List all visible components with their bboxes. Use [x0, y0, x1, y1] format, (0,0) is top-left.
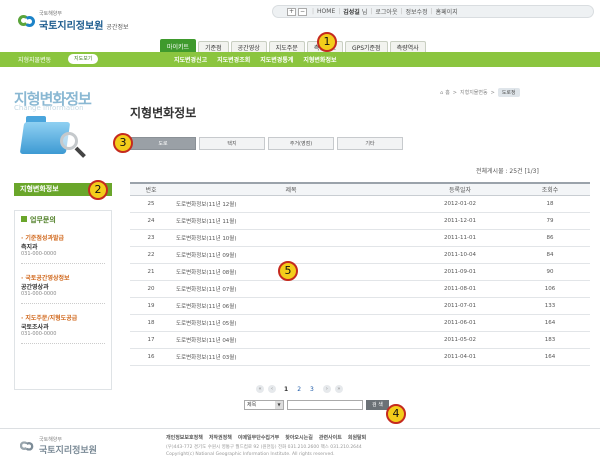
- footer-address: (우)443-772 경기도 수원시 영통구 월드컵로 92 (원천동) 전화 …: [166, 445, 362, 450]
- tab-residential[interactable]: 주거(영점): [268, 137, 334, 150]
- logout-link[interactable]: 로그아웃: [375, 7, 397, 16]
- footer-link-directions[interactable]: 찾아오시는길: [285, 434, 313, 441]
- sub-nav: 지도변경신고 지도변경조회 지도변경통계 지형변화정보: [174, 55, 347, 64]
- site-logo[interactable]: 국토해양부 국토지리정보원 공간정보: [18, 10, 129, 32]
- table-row[interactable]: 17 도로변화정보(11년 04월) 2011-05-02 183: [130, 332, 590, 349]
- home-icon[interactable]: ⌂: [440, 90, 443, 96]
- page-1[interactable]: 1: [284, 386, 288, 393]
- utility-bar: + − | HOME | 김성길 님 | 로그아웃 | 정보수정 | 홈페이지: [272, 5, 594, 18]
- annotation-marker-3: 3: [113, 133, 133, 153]
- subnav-change-report[interactable]: 지도변경신고: [174, 55, 207, 64]
- annotation-marker-5: 5: [278, 261, 298, 281]
- table-row[interactable]: 25 도로변화정보(11년 12월) 2012-01-02 18: [130, 196, 590, 213]
- zoom-in-button[interactable]: +: [287, 7, 296, 16]
- footer-logo-icon: [19, 440, 34, 453]
- section-label: 지형지물변동: [18, 57, 52, 64]
- inquiry-box: 업무문의 · 기준점성과발급 측지과 031-000-0000 · 국토공간영상…: [14, 210, 112, 390]
- tab-road[interactable]: 도로: [130, 137, 196, 150]
- table-row[interactable]: 22 도로변화정보(11년 09월) 2011-10-04 84: [130, 247, 590, 264]
- footer-link-withdraw[interactable]: 회원탈퇴: [348, 434, 366, 441]
- footer-link-related[interactable]: 관련사이트: [319, 434, 342, 441]
- annotation-marker-2: 2: [88, 180, 108, 200]
- footer-links: 개인정보보호정책 저작권정책 이메일무단수집거부 찾아오시는길 관련사이트 회원…: [166, 434, 372, 441]
- section-title-en: Change Information: [14, 104, 84, 112]
- home-link[interactable]: HOME: [317, 8, 335, 15]
- map-view-button[interactable]: 지도보기: [68, 54, 99, 64]
- footer-logo: 국토해양부 국토지리정보원: [18, 436, 97, 456]
- pagination: « ‹ 1 2 3 › »: [256, 385, 347, 393]
- table-header: 번호 제목 등록일자 조회수: [130, 182, 590, 196]
- table-row[interactable]: 18 도로변화정보(11년 05월) 2011-06-01 164: [130, 315, 590, 332]
- next-page-button[interactable]: ›: [322, 385, 331, 393]
- homepage-link[interactable]: 홈페이지: [436, 7, 458, 16]
- tab-other[interactable]: 기타: [337, 137, 403, 150]
- user-name: 김성길: [343, 9, 360, 16]
- prev-page-button[interactable]: ‹: [268, 385, 276, 393]
- contact-item: · 기준점성과발급 측지과 031-000-0000: [21, 233, 105, 264]
- footer-link-email[interactable]: 이메일무단수집거부: [238, 434, 279, 441]
- footer-link-privacy[interactable]: 개인정보보호정책: [166, 434, 203, 441]
- page-title: 지형변화정보: [130, 106, 197, 120]
- search-field-select[interactable]: 제목 ▼: [244, 400, 284, 410]
- table-row[interactable]: 16 도로변화정보(11년 03월) 2011-04-01 164: [130, 349, 590, 366]
- contact-item: · 국토공간영상정보 공간영상과 031-000-0000: [21, 273, 105, 304]
- subnav-change-stats[interactable]: 지도변경통계: [260, 55, 293, 64]
- breadcrumb-current: 도로정: [497, 88, 520, 97]
- table-row[interactable]: 23 도로변화정보(11년 10월) 2011-11-01 86: [130, 230, 590, 247]
- page-3[interactable]: 3: [310, 386, 314, 393]
- first-page-button[interactable]: «: [256, 385, 264, 393]
- user-suffix: 님: [361, 9, 368, 16]
- folder-search-icon: [19, 116, 86, 158]
- logo-sub: 공간정보: [106, 24, 129, 31]
- annotation-marker-4: 4: [386, 404, 406, 424]
- table-row[interactable]: 20 도로변화정보(11년 07월) 2011-08-01 106: [130, 281, 590, 298]
- edit-info-link[interactable]: 정보수정: [406, 7, 428, 16]
- annotation-marker-1: 1: [317, 32, 337, 52]
- table-row[interactable]: 24 도로변화정보(11년 11월) 2011-12-01 79: [130, 213, 590, 230]
- inquiry-heading: 업무문의: [30, 216, 56, 224]
- tab-housing-land[interactable]: 택지: [199, 137, 265, 150]
- chevron-down-icon: ▼: [275, 401, 283, 409]
- subnav-change-info[interactable]: 지형변화정보: [303, 55, 336, 64]
- last-page-button[interactable]: »: [334, 385, 343, 393]
- page-2[interactable]: 2: [297, 386, 301, 393]
- table-row[interactable]: 19 도로변화정보(11년 06월) 2011-07-01 133: [130, 298, 590, 315]
- search-input[interactable]: [287, 400, 363, 410]
- search-button[interactable]: 검 색: [366, 400, 389, 410]
- board-table: 번호 제목 등록일자 조회수 25 도로변화정보(11년 12월) 2012-01-…: [130, 182, 590, 366]
- category-tabs: 도로 택지 주거(영점) 기타: [130, 137, 406, 150]
- contact-item: · 지도주문/지형도공급 국토조사과 031-000-0000: [21, 313, 105, 344]
- table-row[interactable]: 21 도로변화정보(11년 08월) 2011-09-01 90: [130, 264, 590, 281]
- logo-ministry: 국토해양부: [39, 11, 63, 17]
- footer-copyright: Copyright(c) National Geographic Informa…: [166, 452, 335, 457]
- subnav-change-search[interactable]: 지도변경조회: [217, 55, 250, 64]
- breadcrumb-parent[interactable]: 지형지물변동: [460, 89, 488, 96]
- bullet-icon: [21, 216, 27, 222]
- logo-mark-icon: [18, 13, 36, 29]
- search-form: 제목 ▼ 검 색: [244, 400, 389, 410]
- footer-divider: [0, 428, 600, 429]
- total-count: 전체게시물 : 25건 [1/3]: [476, 168, 539, 175]
- breadcrumb: ⌂ 홈 > 지형지물변동 > 도로정: [440, 88, 520, 97]
- breadcrumb-home[interactable]: 홈: [445, 89, 450, 96]
- footer-link-copyright[interactable]: 저작권정책: [209, 434, 232, 441]
- logo-name: 국토지리정보원: [39, 21, 104, 32]
- zoom-out-button[interactable]: −: [298, 7, 307, 16]
